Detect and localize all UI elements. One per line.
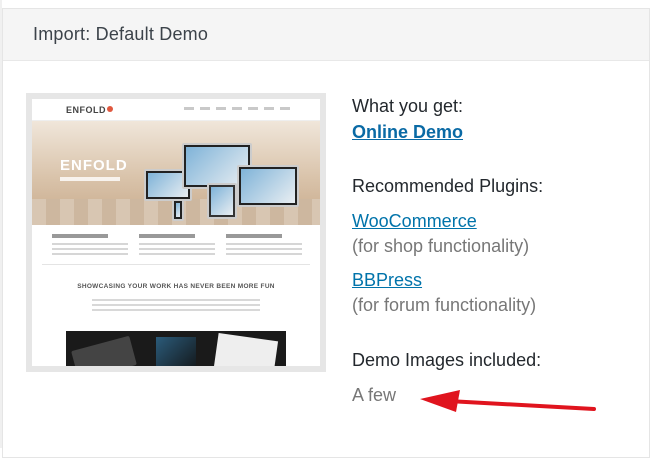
woocommerce-link[interactable]: WooCommerce [352,211,477,232]
recommended-plugins-heading: Recommended Plugins: [352,176,544,196]
red-arrow-icon [420,390,596,412]
preview-text-lines [92,299,260,314]
woocommerce-note: (for shop functionality) [352,236,530,256]
demo-images-value: A few [352,385,397,405]
preview-tagline: SHOWCASING YOUR WORK HAS NEVER BEEN MORE… [77,283,275,290]
what-you-get-heading: What you get: [352,96,464,116]
demo-screenshot: ENFOLD ENFOLD SHOWCASING YOUR WORK HAS N… [32,99,320,366]
preview-hero-title: ENFOLD [60,157,128,174]
panel-title: Import: Default Demo [33,24,209,44]
phone-device-icon [172,199,184,221]
monitor-device-icon [237,165,299,207]
online-demo-link[interactable]: Online Demo [352,122,463,143]
preview-showcase-strip [66,331,286,366]
demo-preview-thumbnail[interactable]: ENFOLD ENFOLD SHOWCASING YOUR WORK HAS N… [26,93,326,372]
logo-dot-icon [107,106,113,112]
tablet-device-icon [207,183,237,219]
panel-header: Import: Default Demo [3,9,649,61]
preview-logo: ENFOLD [66,105,113,115]
bbpress-note: (for forum functionality) [352,295,537,315]
bbpress-link[interactable]: BBPress [352,270,422,291]
preview-menu [184,107,290,110]
demo-images-heading: Demo Images included: [352,350,542,370]
preview-hero: ENFOLD [32,121,320,225]
preview-divider [42,264,310,265]
preview-features [52,234,302,258]
preview-hero-subtitle-bar [60,177,120,181]
preview-navbar: ENFOLD [32,99,320,121]
